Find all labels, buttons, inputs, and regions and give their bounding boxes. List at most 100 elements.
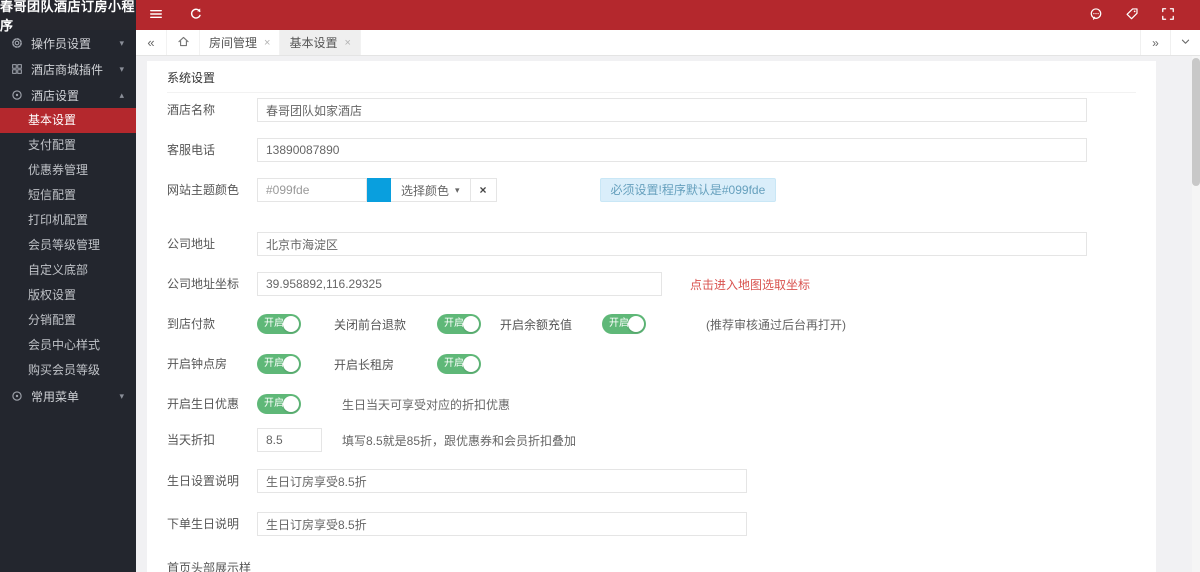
choose-color-label: 选择颜色 (401, 183, 450, 198)
chevron-down-icon: ▾ (119, 390, 124, 401)
section-title: 系统设置 (167, 61, 1136, 93)
balance-recharge-label: 开启余额充值 (500, 317, 573, 332)
service-phone-input[interactable] (257, 138, 1087, 162)
sidebar-item-label: 酒店商城插件 (31, 62, 104, 77)
company-coords-label: 公司地址坐标 (167, 277, 240, 291)
collapse-sidebar-button[interactable] (136, 0, 176, 30)
clear-color-button[interactable]: × (469, 179, 496, 201)
form-row-payment-toggles: 到店付款 开启 关闭前台退款 开启 开启余额充值 开启 (推荐审核通过后台再打开… (167, 312, 1136, 336)
sidebar-subitem-buy-member-level[interactable]: 购买会员等级 (0, 358, 136, 383)
refresh-button[interactable] (176, 0, 216, 30)
day-discount-label: 当天折扣 (167, 433, 216, 447)
map-pick-link[interactable]: 点击进入地图选取坐标 (690, 276, 810, 293)
scrollbar-track[interactable] (1192, 56, 1200, 572)
hourly-room-label: 开启钟点房 (167, 357, 228, 371)
sidebar-item-label: 酒店设置 (31, 88, 80, 103)
theme-color-note: 必须设置!程序默认是#099fde (599, 178, 777, 202)
theme-color-label: 网站主题颜色 (167, 183, 240, 197)
hotel-name-input[interactable] (257, 98, 1087, 122)
sidebar-subitem-member-center-style[interactable]: 会员中心样式 (0, 333, 136, 358)
main-area: « 房间管理 × 基本设置 × » 系统设置 酒店名称 春哥团队如家酒店 客服电… (136, 30, 1200, 572)
order-birthday-desc-label: 下单生日说明 (167, 517, 240, 531)
form-row-day-discount: 当天折扣 填写8.5就是85折，跟优惠券和会员折扣叠加 (167, 428, 1136, 452)
message-button[interactable] (1078, 0, 1114, 30)
toggle-knob (283, 396, 299, 412)
home-icon (177, 35, 190, 51)
sidebar-subitem-sms-config[interactable]: 短信配置 (0, 183, 136, 208)
sidebar-subitem-member-level-management[interactable]: 会员等级管理 (0, 233, 136, 258)
sidebar-subitem-payment-config[interactable]: 支付配置 (0, 133, 136, 158)
hotel-name-label: 酒店名称 (167, 103, 216, 117)
fullscreen-button[interactable] (1150, 0, 1186, 30)
pay-at-hotel-label: 到店付款 (167, 317, 216, 331)
toggle-knob (283, 356, 299, 372)
scrollbar-thumb[interactable] (1192, 58, 1200, 186)
chevron-down-icon: ▾ (119, 63, 124, 74)
toggle-state-label: 开启 (609, 318, 629, 329)
tab-bar: « 房间管理 × 基本设置 × » (136, 30, 1200, 56)
sidebar-item-common-menu[interactable]: 常用菜单 ▾ (0, 383, 136, 409)
day-discount-input[interactable] (257, 428, 322, 452)
color-picker: 选择颜色 ▾ × (367, 178, 497, 202)
birthday-discount-note: 生日当天可享受对应的折扣优惠 (342, 397, 511, 412)
pay-at-hotel-toggle[interactable]: 开启 (257, 314, 301, 334)
balance-recharge-toggle[interactable]: 开启 (602, 314, 646, 334)
form-rows: 酒店名称 客服电话 网站主题颜色 选择颜色 ▾ (167, 93, 1136, 572)
sidebar-item-label: 常用菜单 (31, 389, 80, 404)
tabs-scroll-right-button[interactable]: » (1140, 30, 1170, 55)
theme-color-input[interactable] (257, 178, 367, 202)
circle-settings-icon (11, 89, 23, 101)
hourly-room-toggle[interactable]: 开启 (257, 354, 301, 374)
form-row-service-phone: 客服电话 (167, 138, 1136, 162)
tag-button[interactable] (1114, 0, 1150, 30)
sidebar-subitem-basic-settings[interactable]: 基本设置 (0, 108, 136, 133)
company-coords-input[interactable] (257, 272, 662, 296)
long-rent-toggle[interactable]: 开启 (437, 354, 481, 374)
color-picker-controls: 选择颜色 ▾ × (391, 178, 497, 202)
service-phone-label: 客服电话 (167, 143, 216, 157)
sidebar-item-hotel-settings[interactable]: 酒店设置 ▴ (0, 82, 136, 108)
birthday-discount-toggle[interactable]: 开启 (257, 394, 301, 414)
choose-color-button[interactable]: 选择颜色 ▾ (391, 179, 470, 201)
sidebar-subitem-coupon-management[interactable]: 优惠券管理 (0, 158, 136, 183)
sidebar-subitem-custom-footer[interactable]: 自定义底部 (0, 258, 136, 283)
toggle-state-label: 开启 (444, 318, 464, 329)
tabbar-spacer (361, 30, 1140, 55)
plugin-icon (11, 63, 23, 75)
chevron-up-icon: ▴ (119, 89, 124, 100)
home-tab-button[interactable] (166, 30, 200, 55)
tab-options-button[interactable] (1170, 30, 1200, 55)
sidebar-subitem-printer-config[interactable]: 打印机配置 (0, 208, 136, 233)
form-row-birthday-toggle: 开启生日优惠 开启 生日当天可享受对应的折扣优惠 (167, 392, 1136, 416)
birthday-desc-input[interactable] (257, 469, 747, 493)
birthday-discount-label: 开启生日优惠 (167, 397, 240, 411)
close-refund-label: 关闭前台退款 (334, 317, 407, 332)
tab-room-management[interactable]: 房间管理 × (200, 30, 281, 55)
sidebar-subitem-distribution-config[interactable]: 分销配置 (0, 308, 136, 333)
fullscreen-icon (1161, 7, 1175, 24)
chevron-down-icon (1180, 36, 1191, 50)
company-address-label: 公司地址 (167, 237, 216, 251)
close-icon[interactable]: × (344, 37, 350, 49)
form-row-birthday-desc: 生日设置说明 (167, 469, 1136, 493)
sidebar-item-hotel-mall-plugin[interactable]: 酒店商城插件 ▾ (0, 56, 136, 82)
message-icon (1089, 7, 1103, 24)
color-swatch[interactable] (367, 178, 391, 202)
tab-basic-settings[interactable]: 基本设置 × (280, 30, 361, 55)
company-address-input[interactable] (257, 232, 1087, 256)
hotel-settings-submenu: 基本设置 支付配置 优惠券管理 短信配置 打印机配置 会员等级管理 自定义底部 … (0, 108, 136, 383)
order-birthday-desc-input[interactable] (257, 512, 747, 536)
form-row-hotel-name: 酒店名称 (167, 98, 1136, 122)
form-row-order-birthday-desc: 下单生日说明 (167, 512, 1136, 536)
tab-label: 房间管理 (209, 36, 258, 50)
close-refund-toggle[interactable]: 开启 (437, 314, 481, 334)
sidebar-subitem-copyright-settings[interactable]: 版权设置 (0, 283, 136, 308)
toggle-state-label: 开启 (264, 398, 284, 409)
toggle-knob (463, 356, 479, 372)
chevron-down-icon: ▾ (119, 37, 124, 48)
toggle-knob (628, 316, 644, 332)
hamburger-icon (149, 7, 163, 24)
tabs-scroll-left-button[interactable]: « (136, 30, 166, 55)
toggle-state-label: 开启 (444, 358, 464, 369)
close-icon[interactable]: × (264, 37, 270, 49)
